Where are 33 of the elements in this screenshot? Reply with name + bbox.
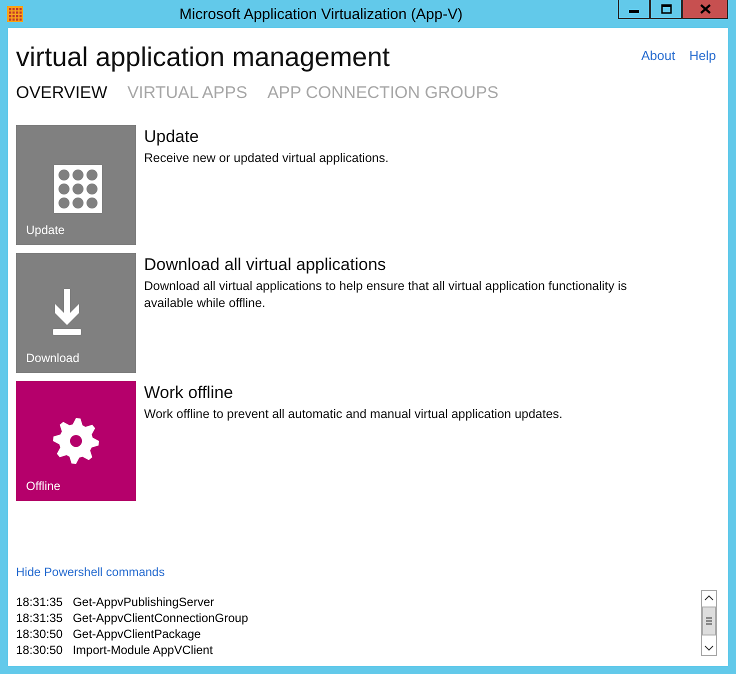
window-title: Microsoft Application Virtualization (App-V) xyxy=(178,6,464,22)
log-time: 18:30:50 xyxy=(16,626,63,642)
log-time: 18:31:35 xyxy=(16,610,63,626)
close-icon xyxy=(700,4,710,14)
tab[interactable]: OVERVIEW xyxy=(16,83,108,103)
minimize-button[interactable] xyxy=(618,0,650,19)
action-tile[interactable]: Update xyxy=(16,125,136,245)
action-title: Work offline xyxy=(144,383,234,403)
action-tile[interactable]: Offline xyxy=(16,381,136,501)
page-title: virtual application management xyxy=(16,42,390,73)
log-time: 18:31:35 xyxy=(16,594,63,610)
scrollbar[interactable] xyxy=(701,590,717,656)
action-description: Download all virtual applications to help ensure that all virtual application functionality is available while offline. xyxy=(144,278,628,312)
header-link[interactable]: About xyxy=(641,48,676,63)
log-command: Import-Module AppVClient xyxy=(72,642,213,658)
dot-grid-icon xyxy=(54,165,102,213)
action-title: Update xyxy=(144,127,200,147)
log-command: Get-AppvClientConnectionGroup xyxy=(72,610,248,626)
maximize-button[interactable] xyxy=(650,0,682,19)
log-command: Get-AppvPublishingServer xyxy=(72,594,214,610)
gear-icon xyxy=(52,417,100,465)
log-time: 18:30:50 xyxy=(16,642,63,658)
toggle-link[interactable]: Hide Powershell commands xyxy=(16,565,165,579)
action-description: Work offline to prevent all automatic and manual virtual application updates. xyxy=(144,406,563,423)
maximize-icon xyxy=(660,4,672,14)
header-link[interactable]: Help xyxy=(689,48,716,63)
action-description: Receive new or updated virtual applications. xyxy=(144,150,389,167)
close-button[interactable] xyxy=(682,0,728,19)
download-icon xyxy=(52,289,82,337)
action-tile[interactable]: Download xyxy=(16,253,136,373)
app-icon xyxy=(6,5,24,23)
log-command: Get-AppvClientPackage xyxy=(72,626,201,642)
action-title: Download all virtual applications xyxy=(144,255,387,275)
